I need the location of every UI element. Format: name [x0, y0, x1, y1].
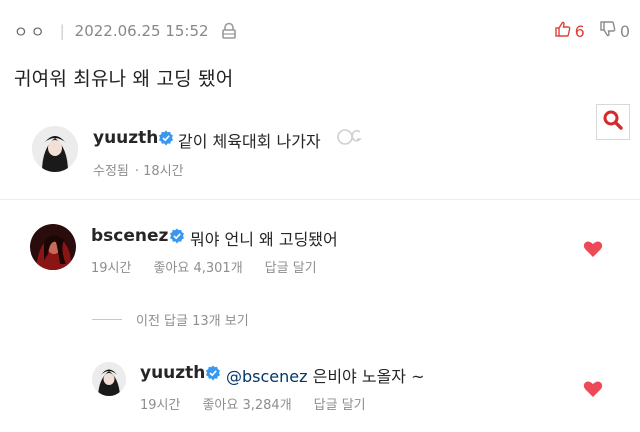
reply-mention[interactable]: @bscenez — [226, 367, 308, 386]
downvote-button[interactable]: 0 — [599, 20, 630, 42]
upvote-button[interactable]: 6 — [554, 20, 585, 42]
reply-body: 은비야 노올자 ~ — [307, 367, 425, 386]
upvote-count: 6 — [574, 21, 585, 41]
avatar[interactable] — [92, 362, 126, 396]
replies-line — [92, 319, 122, 320]
view-previous-replies-label: 이전 답글 13개 보기 — [136, 314, 249, 329]
reply-text: @bscenez 은비야 노올자 ~ — [226, 363, 425, 387]
post-author: ㅇㅇ — [14, 22, 48, 41]
comment-meta: 19시간 좋아요 4,301개 답글 달기 — [91, 257, 317, 276]
reply-link[interactable]: 답글 달기 — [265, 257, 317, 276]
reply-link[interactable]: 답글 달기 — [314, 394, 366, 413]
sticker-icon — [336, 126, 362, 152]
view-previous-replies[interactable]: 이전 답글 13개 보기 — [92, 310, 249, 329]
caption-text: 같이 체육대회 나가자 — [178, 132, 321, 151]
verified-badge-icon — [169, 228, 185, 248]
post-datetime: 2022.06.25 15:52 — [74, 22, 209, 40]
downvote-count: 0 — [619, 21, 630, 41]
thumbs-down-icon — [599, 20, 617, 42]
thumbs-up-icon — [554, 20, 572, 42]
search-icon — [602, 109, 624, 135]
caption-meta: 수정됨 · 18시간 — [93, 160, 184, 179]
post-title: 귀여워 최유나 왜 고딩 됐어 — [14, 68, 234, 90]
caption-time: · 18시간 — [134, 164, 184, 179]
avatar[interactable] — [32, 126, 78, 172]
verified-badge-icon — [205, 365, 221, 385]
heart-icon[interactable] — [583, 240, 603, 262]
comment-text: 뭐야 언니 왜 고딩됐어 — [190, 230, 338, 249]
search-button[interactable] — [596, 104, 630, 140]
vote-area: 6 0 — [554, 20, 630, 42]
verified-badge-icon — [158, 130, 174, 150]
caption-username[interactable]: yuuzth — [93, 128, 158, 148]
avatar[interactable] — [30, 224, 76, 270]
section-divider — [0, 199, 640, 200]
meta-separator: | — [59, 22, 65, 40]
comment-username[interactable]: bscenez — [91, 226, 168, 246]
comment-time: 19시간 — [91, 261, 132, 276]
reply-username[interactable]: yuuzth — [140, 363, 205, 383]
reply-time: 19시간 — [140, 398, 181, 413]
reply-likes[interactable]: 좋아요 3,284개 — [202, 394, 291, 413]
reply-meta: 19시간 좋아요 3,284개 답글 달기 — [140, 394, 366, 413]
heart-icon[interactable] — [583, 380, 603, 402]
post-meta: ㅇㅇ | 2022.06.25 15:52 — [14, 20, 237, 42]
edited-label: 수정됨 — [93, 164, 129, 179]
comment-likes[interactable]: 좋아요 4,301개 — [153, 257, 242, 276]
lock-icon — [221, 22, 237, 40]
